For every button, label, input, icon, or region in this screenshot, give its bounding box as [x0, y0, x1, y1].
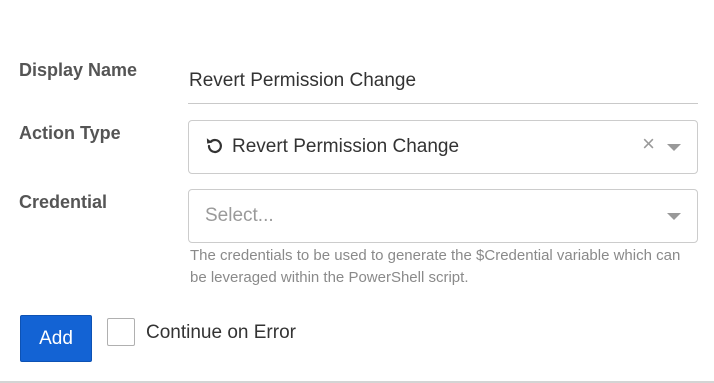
action-type-selected-value: Revert Permission Change — [232, 136, 460, 157]
add-button[interactable]: Add — [20, 315, 92, 362]
display-name-field[interactable]: Revert Permission Change — [188, 58, 698, 104]
chevron-down-icon[interactable] — [667, 213, 681, 220]
display-name-value: Revert Permission Change — [189, 70, 417, 91]
credential-select[interactable]: Select... — [188, 189, 698, 243]
credential-help-text: The credentials to be used to generate t… — [190, 247, 681, 286]
undo-icon — [206, 138, 222, 154]
display-name-label: Display Name — [19, 60, 138, 80]
credential-label: Credential — [19, 192, 108, 212]
action-type-label: Action Type — [19, 123, 121, 143]
action-type-select[interactable]: Revert Permission Change × — [188, 120, 698, 174]
credential-placeholder: Select... — [205, 205, 274, 226]
continue-on-error-label[interactable]: Continue on Error — [146, 322, 296, 344]
clear-icon[interactable]: × — [642, 133, 655, 155]
chevron-down-icon[interactable] — [667, 144, 681, 151]
continue-on-error-checkbox[interactable] — [107, 318, 135, 346]
